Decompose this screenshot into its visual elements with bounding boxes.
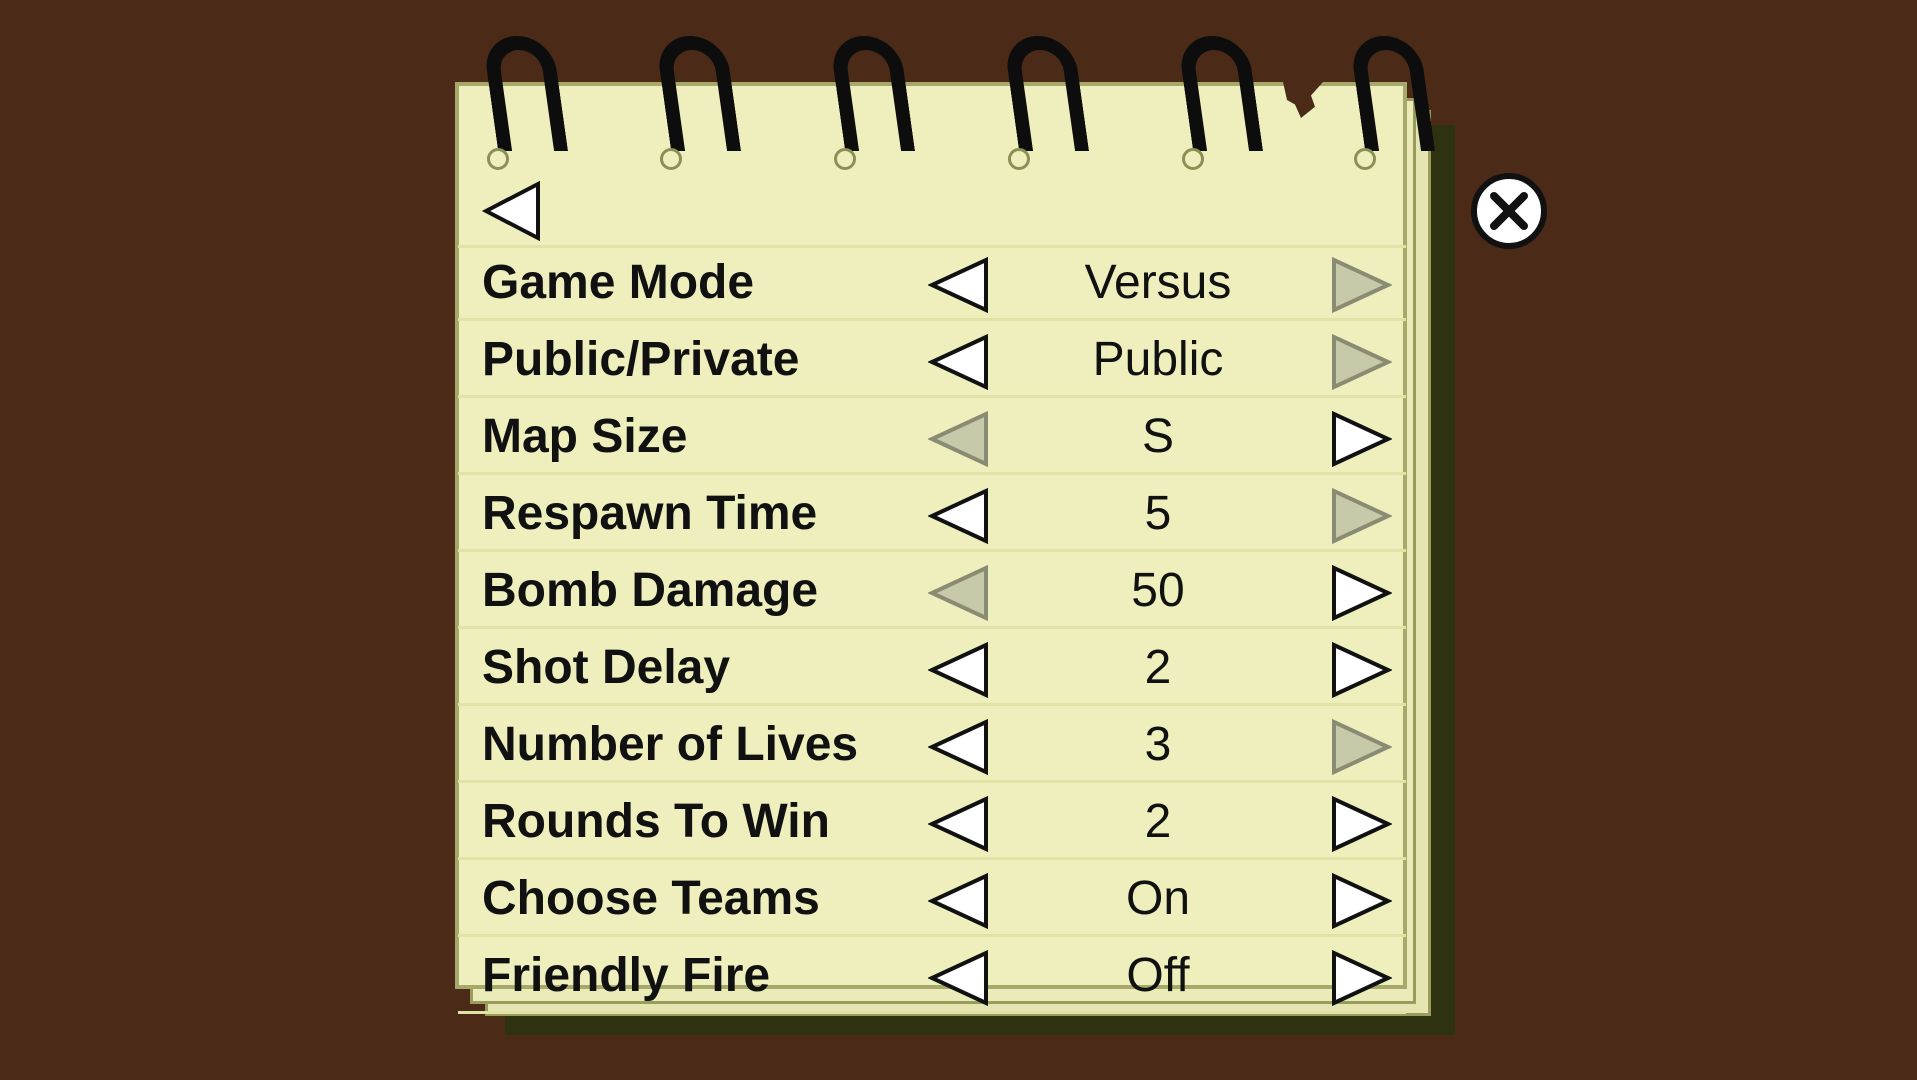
setting-label: Respawn Time [482,487,818,540]
increase-bomb-damage-button[interactable] [1330,565,1392,621]
setting-value: Off [1126,949,1190,1002]
setting-row-game-mode: Game Mode Versus [458,245,1406,321]
setting-label: Rounds To Win [482,795,830,848]
spiral-hole [1008,148,1030,170]
setting-value: Versus [1084,256,1232,309]
decrease-public-private-button[interactable] [928,334,990,390]
setting-value: On [1125,872,1191,925]
decrease-game-mode-button[interactable] [928,257,990,313]
spiral-ring-icon [654,36,742,151]
setting-value: 5 [1144,487,1172,540]
decrease-map-size-button[interactable] [928,411,990,467]
arrow-right-icon [1332,334,1392,390]
spiral-ring-icon [1176,36,1264,151]
spiral-hole [834,148,856,170]
back-arrow-icon [482,180,540,242]
spiral-ring-icon [828,36,916,151]
decrease-friendly-fire-button[interactable] [928,950,990,1006]
decrease-respawn-time-button[interactable] [928,488,990,544]
decrease-shot-delay-button[interactable] [928,642,990,698]
arrow-left-icon [928,411,988,467]
setting-label: Choose Teams [482,872,820,925]
setting-value: S [1141,410,1174,463]
arrow-right-icon [1332,950,1392,1006]
increase-public-private-button[interactable] [1330,334,1392,390]
arrow-left-icon [928,796,988,852]
arrow-right-icon [1332,411,1392,467]
increase-number-of-lives-button[interactable] [1330,719,1392,775]
arrow-left-icon [928,334,988,390]
arrow-left-icon [928,719,988,775]
settings-list: Game Mode Versus Public/Private Public M… [458,245,1406,1018]
setting-row-number-of-lives: Number of Lives 3 [458,710,1406,783]
setting-label: Map Size [482,410,688,463]
setting-row-friendly-fire: Friendly Fire Off [458,941,1406,1014]
arrow-left-icon [928,873,988,929]
setting-value: 50 [1131,564,1185,617]
arrow-right-icon [1332,873,1392,929]
arrow-left-icon [928,950,988,1006]
setting-row-respawn-time: Respawn Time 5 [458,479,1406,552]
close-button[interactable] [1470,172,1548,250]
spiral-hole [1354,148,1376,170]
setting-row-choose-teams: Choose Teams On [458,864,1406,937]
decrease-number-of-lives-button[interactable] [928,719,990,775]
spiral-ring-icon [481,36,569,151]
arrow-left-icon [928,565,988,621]
arrow-right-icon [1332,257,1392,313]
spiral-hole [660,148,682,170]
setting-label: Public/Private [482,333,800,386]
arrow-left-icon [928,642,988,698]
spiral-ring-icon [1348,36,1436,151]
spiral-hole [487,148,509,170]
setting-label: Bomb Damage [482,564,819,617]
increase-map-size-button[interactable] [1330,411,1392,467]
setting-row-rounds-to-win: Rounds To Win 2 [458,787,1406,860]
setting-row-bomb-damage: Bomb Damage 50 [458,556,1406,629]
game-settings-screen: Game Mode Versus Public/Private Public M… [0,0,1917,1080]
increase-respawn-time-button[interactable] [1330,488,1392,544]
setting-row-map-size: Map Size S [458,402,1406,475]
arrow-right-icon [1332,565,1392,621]
increase-rounds-to-win-button[interactable] [1330,796,1392,852]
arrow-right-icon [1332,796,1392,852]
decrease-choose-teams-button[interactable] [928,873,990,929]
decrease-rounds-to-win-button[interactable] [928,796,990,852]
arrow-right-icon [1332,488,1392,544]
setting-value: Public [1092,333,1224,386]
back-button[interactable] [482,180,542,242]
setting-label: Game Mode [482,256,755,309]
close-x-icon [1471,173,1547,249]
increase-friendly-fire-button[interactable] [1330,950,1392,1006]
spiral-ring-icon [1002,36,1090,151]
spiral-hole [1182,148,1204,170]
arrow-left-icon [928,488,988,544]
setting-value: 2 [1144,795,1172,848]
decrease-bomb-damage-button[interactable] [928,565,990,621]
setting-row-shot-delay: Shot Delay 2 [458,633,1406,706]
increase-shot-delay-button[interactable] [1330,642,1392,698]
setting-row-public-private: Public/Private Public [458,325,1406,398]
setting-label: Friendly Fire [482,949,771,1002]
setting-value: 2 [1144,641,1172,694]
setting-value: 3 [1144,718,1172,771]
arrow-right-icon [1332,719,1392,775]
arrow-right-icon [1332,642,1392,698]
setting-label: Number of Lives [482,718,859,771]
increase-choose-teams-button[interactable] [1330,873,1392,929]
increase-game-mode-button[interactable] [1330,257,1392,313]
setting-label: Shot Delay [482,641,731,694]
arrow-left-icon [928,257,988,313]
